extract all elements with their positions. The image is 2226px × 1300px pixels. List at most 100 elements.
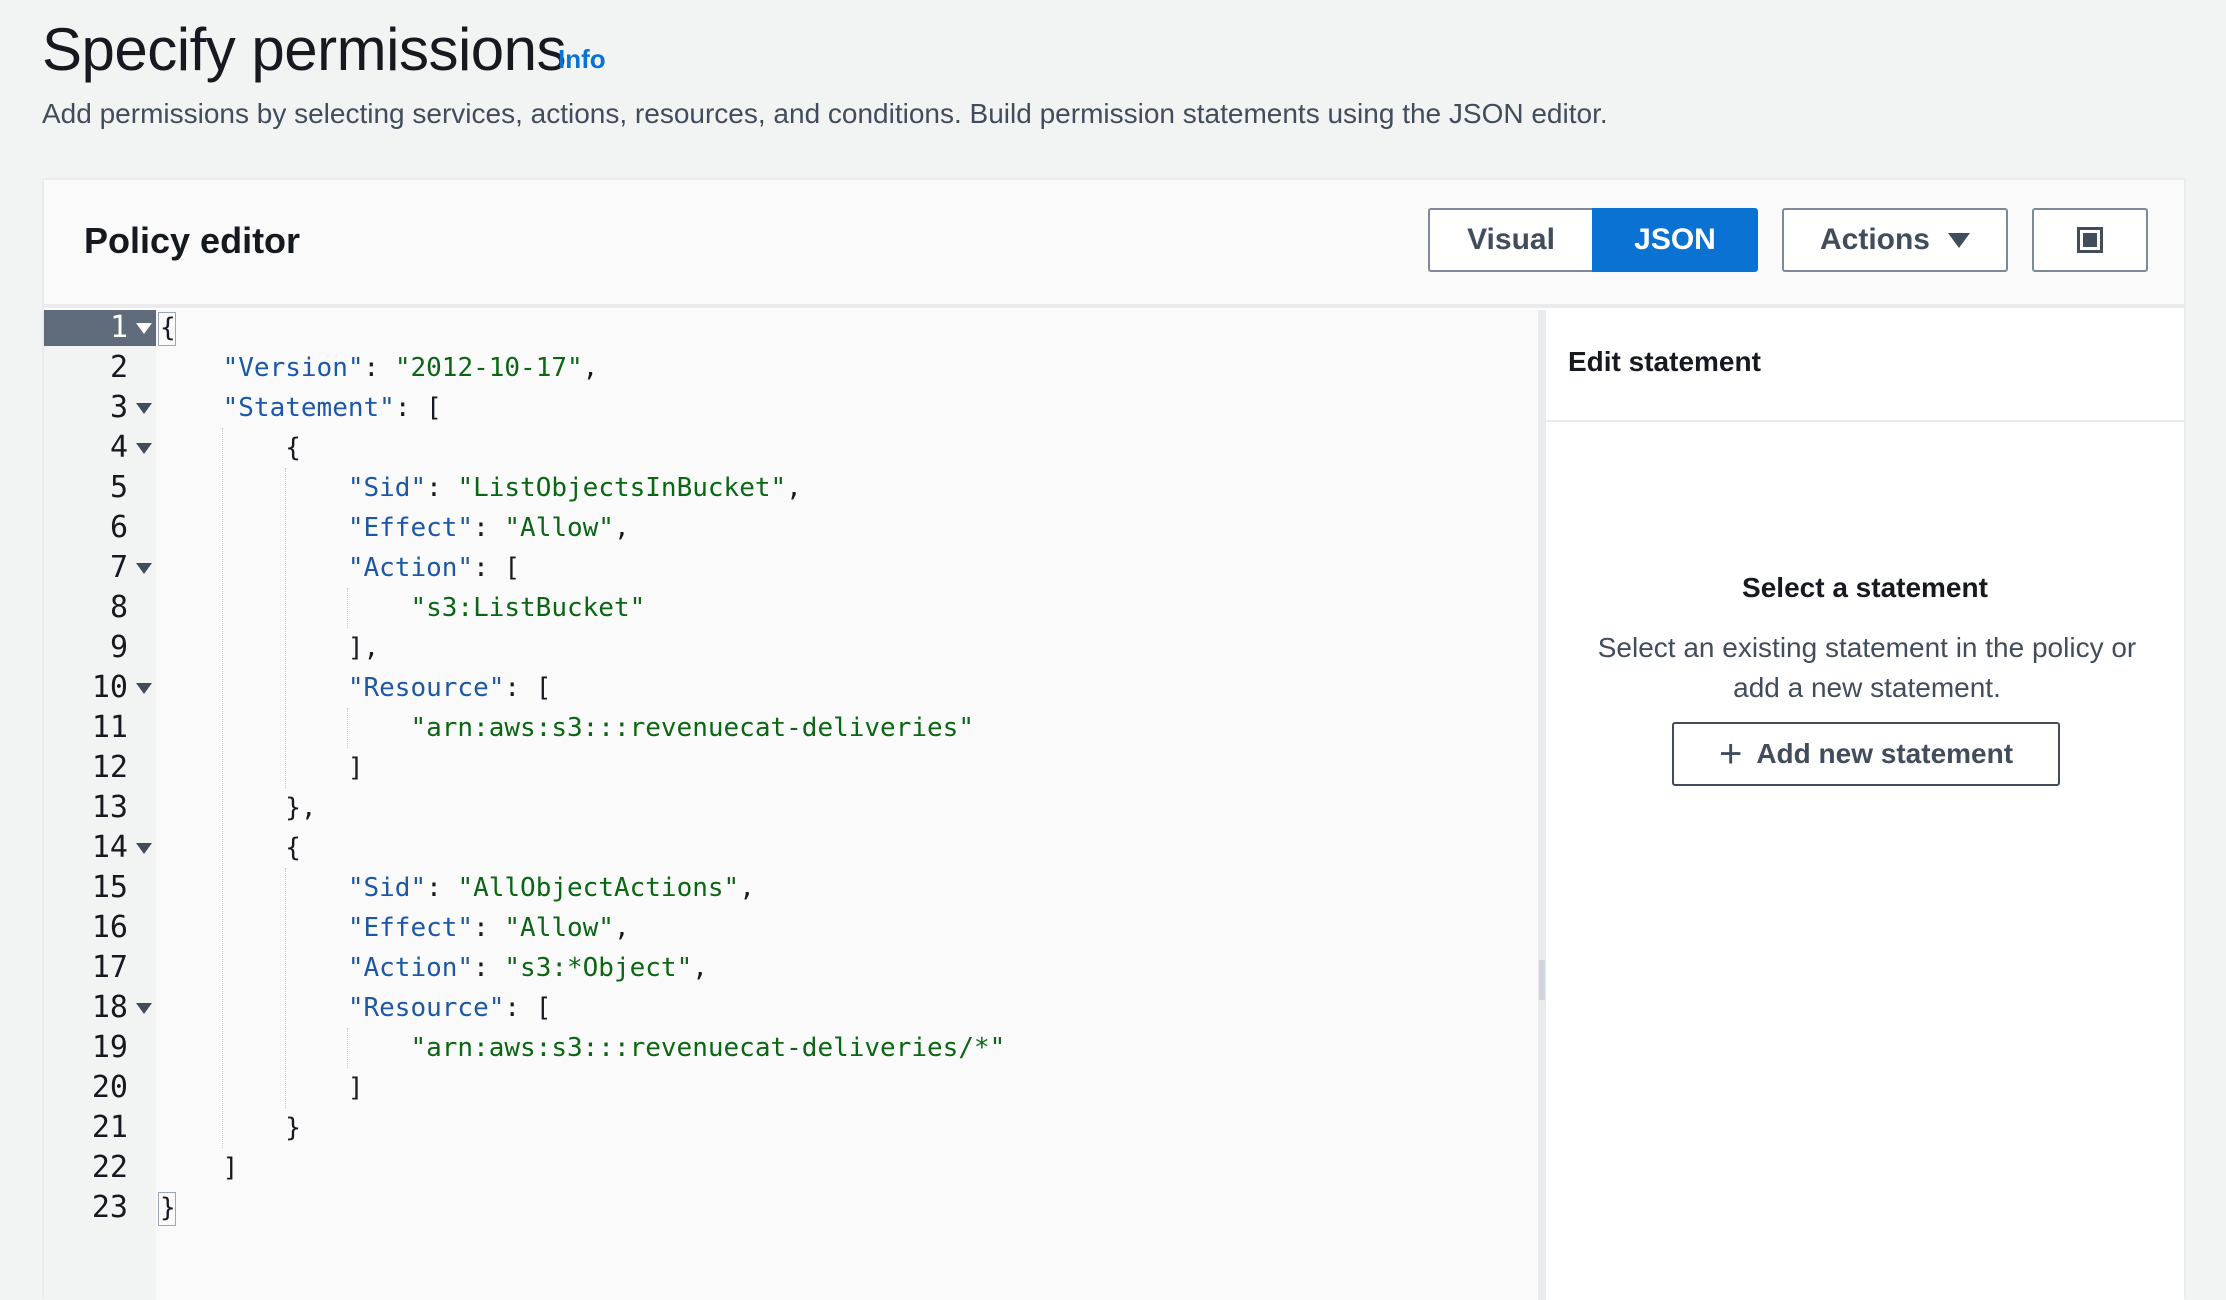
json-string: "Allow" — [504, 913, 614, 943]
visual-toggle-button[interactable]: Visual — [1428, 208, 1594, 272]
line-number: 6 — [109, 510, 128, 545]
json-punctuation: : — [473, 913, 505, 943]
code-line[interactable]: ], — [160, 628, 379, 668]
panel-resize-divider[interactable] — [1538, 310, 1546, 1300]
matching-bracket-highlight — [158, 1192, 176, 1226]
json-punctuation: : — [473, 953, 505, 983]
code-line[interactable]: "Version": "2012-10-17", — [160, 348, 599, 388]
fold-toggle-icon[interactable] — [136, 563, 152, 574]
code-line[interactable]: ] — [160, 748, 364, 788]
fold-toggle-icon[interactable] — [136, 1003, 152, 1014]
code-line[interactable]: { — [160, 828, 301, 868]
fold-toggle-icon[interactable] — [136, 843, 152, 854]
json-key: "Resource" — [347, 673, 505, 703]
add-new-statement-button[interactable]: + Add new statement — [1672, 722, 2060, 786]
actions-dropdown-button[interactable]: Actions — [1782, 208, 2008, 272]
json-code-editor[interactable]: 1 {2 "Version": "2012-10-17", 3 "Statement… — [44, 310, 1538, 1300]
json-punctuation: , — [692, 953, 708, 983]
split-panel-icon — [2077, 227, 2103, 253]
line-number: 13 — [91, 790, 128, 825]
line-number: 5 — [109, 470, 128, 505]
edit-statement-panel: Edit statement Select a statement Select… — [1546, 310, 2184, 1300]
indent-guide — [347, 588, 349, 628]
json-punctuation: , — [739, 873, 755, 903]
page-description: Add permissions by selecting services, a… — [42, 98, 1608, 129]
line-number: 14 — [91, 830, 128, 865]
json-punctuation: : — [363, 353, 395, 383]
split-view-button[interactable] — [2032, 208, 2148, 272]
json-punctuation: : [ — [473, 553, 521, 583]
line-number: 18 — [91, 990, 128, 1025]
code-line[interactable]: "Resource": [ — [160, 988, 552, 1028]
caret-down-icon — [1948, 232, 1970, 248]
json-punctuation: { — [285, 433, 301, 463]
line-number: 11 — [91, 710, 128, 745]
line-number: 7 — [109, 550, 128, 585]
fold-toggle-icon[interactable] — [136, 443, 152, 454]
code-line[interactable]: "Statement": [ — [160, 388, 442, 428]
line-number: 10 — [91, 670, 128, 705]
resize-handle-icon[interactable] — [1539, 960, 1545, 1000]
code-line[interactable]: } — [160, 1108, 301, 1148]
indent-guide — [347, 1028, 349, 1068]
code-line[interactable]: "Sid": "AllObjectActions", — [160, 868, 755, 908]
fold-toggle-icon[interactable] — [136, 683, 152, 694]
policy-editor-panel: Policy editor Visual JSON Actions 1 {2 "V… — [42, 178, 2186, 1300]
indent-guide — [347, 708, 349, 748]
json-punctuation: : [ — [504, 673, 552, 703]
add-new-statement-label: Add new statement — [1756, 738, 2014, 769]
json-string: "Allow" — [504, 513, 614, 543]
code-line[interactable]: "Resource": [ — [160, 668, 552, 708]
line-number: 22 — [91, 1150, 128, 1185]
line-number: 12 — [91, 750, 128, 785]
json-key: "Resource" — [347, 993, 505, 1023]
empty-state-description: Select an existing statement in the poli… — [1597, 632, 2137, 703]
json-string: "arn:aws:s3:::revenuecat-deliveries/*" — [410, 1033, 1006, 1063]
indent-guide — [284, 468, 286, 788]
code-line[interactable]: "Effect": "Allow", — [160, 508, 630, 548]
edit-statement-header: Edit statement — [1546, 310, 2184, 422]
json-key: "Action" — [347, 953, 474, 983]
code-line[interactable]: "Action": [ — [160, 548, 520, 588]
line-number: 20 — [91, 1070, 128, 1105]
code-line[interactable]: "Action": "s3:*Object", — [160, 948, 708, 988]
line-number: 2 — [109, 350, 128, 385]
code-line[interactable]: "arn:aws:s3:::revenuecat-deliveries" — [160, 708, 974, 748]
code-line[interactable]: "Sid": "ListObjectsInBucket", — [160, 468, 802, 508]
indent-guide — [222, 428, 224, 1148]
json-punctuation: { — [285, 833, 301, 863]
code-line[interactable]: "s3:ListBucket" — [160, 588, 645, 628]
json-punctuation: : [ — [394, 393, 442, 423]
line-number: 17 — [91, 950, 128, 985]
empty-state-title: Select a statement — [1742, 572, 1988, 603]
json-punctuation: ] — [347, 1073, 364, 1103]
code-line[interactable]: { — [160, 428, 301, 468]
code-line[interactable]: "arn:aws:s3:::revenuecat-deliveries/*" — [160, 1028, 1005, 1068]
fold-toggle-icon[interactable] — [136, 403, 152, 414]
json-punctuation: : — [426, 873, 458, 903]
info-link[interactable]: Info — [558, 42, 606, 76]
json-key: "Effect" — [347, 513, 474, 543]
edit-statement-title: Edit statement — [1568, 346, 1761, 377]
json-string: "ListObjectsInBucket" — [457, 473, 787, 503]
json-toggle-button[interactable]: JSON — [1592, 208, 1758, 272]
code-line[interactable]: "Effect": "Allow", — [160, 908, 630, 948]
line-number: 9 — [109, 630, 128, 665]
code-line[interactable]: ] — [160, 1148, 239, 1188]
fold-toggle-icon[interactable] — [136, 323, 152, 334]
json-key: "Effect" — [347, 913, 474, 943]
json-string: "s3:ListBucket" — [410, 593, 646, 623]
code-line[interactable]: }, — [160, 788, 316, 828]
code-line[interactable]: ] — [160, 1068, 364, 1108]
